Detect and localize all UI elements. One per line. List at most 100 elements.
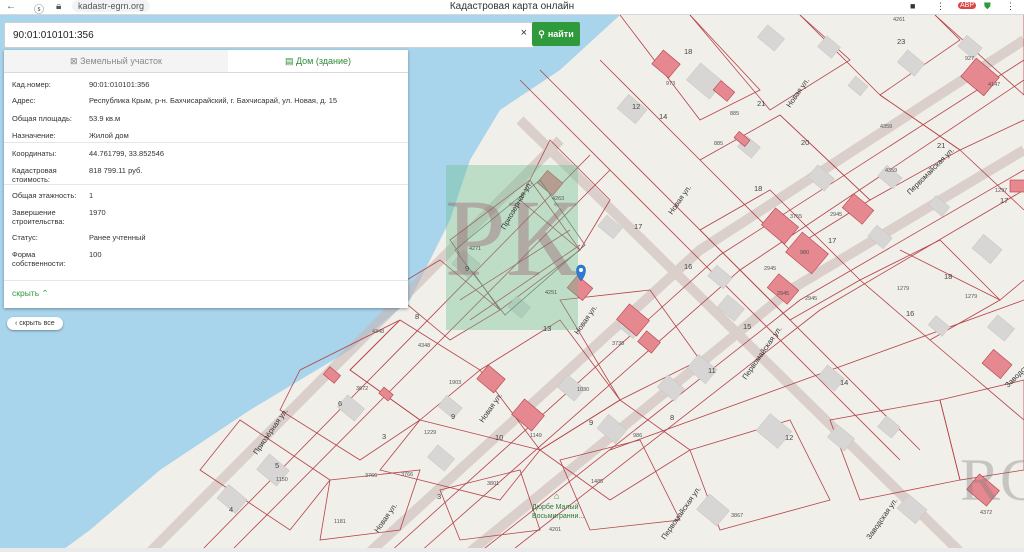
- land-plot-icon: ⊠: [70, 56, 78, 66]
- house-number: 23: [897, 37, 905, 46]
- info-row-value: 1: [89, 191, 94, 200]
- info-panel: ⊠ Земельный участок ▤ Дом (здание) Кад.н…: [4, 50, 408, 308]
- building-icon: ▤: [284, 56, 294, 66]
- parcel-number: 3867: [731, 513, 743, 519]
- adblock-icon[interactable]: ABP: [958, 2, 977, 9]
- chevron-left-icon: ‹: [15, 320, 18, 327]
- info-row-key: Статус:: [12, 233, 38, 242]
- info-row-value: Республика Крым, р-н. Бахчисарайский, г.…: [89, 96, 338, 105]
- parcel-number: 980: [800, 250, 809, 256]
- search-bar: ×: [4, 22, 534, 48]
- parcel-number: 4271: [469, 246, 481, 252]
- house-number: 20: [801, 138, 809, 147]
- divider: [4, 280, 408, 281]
- info-row-value: 90:01:010101:356: [89, 80, 150, 89]
- house-number: 17: [828, 236, 836, 245]
- lock-icon[interactable]: 🔒︎: [56, 1, 61, 12]
- parcel-number: 885: [730, 111, 739, 117]
- house-number: 17: [634, 222, 642, 231]
- parcel-number: 4359: [885, 168, 897, 174]
- info-row-key: Общая этажность:: [12, 191, 77, 200]
- search-input[interactable]: [11, 26, 515, 44]
- divider: [4, 184, 408, 185]
- house-number: 11: [708, 366, 716, 375]
- info-row-value: 44.761799, 33.852546: [89, 149, 165, 158]
- info-row-value: Жилой дом: [89, 131, 129, 140]
- house-number: 3: [382, 432, 386, 441]
- house-number: 6: [338, 399, 342, 408]
- chevron-up-icon: ⌃: [41, 288, 49, 298]
- house-number: 18: [754, 184, 762, 193]
- parcel-number: 1149: [530, 433, 542, 439]
- hide-panel-label: скрыть: [12, 288, 40, 298]
- parcel-number: 2945: [764, 266, 776, 272]
- parcel-number: 4359: [880, 124, 892, 130]
- house-number: 9: [465, 264, 469, 273]
- parcel-number: 4251: [545, 290, 557, 296]
- house-number: 15: [743, 322, 751, 331]
- tab-building[interactable]: ▤ Дом (здание): [228, 50, 408, 72]
- house-number: 12: [632, 102, 640, 111]
- info-row-value: 818 799.11 руб.: [89, 166, 143, 175]
- find-button-label: найти: [547, 29, 574, 39]
- info-row-value: 53.9 кв.м: [89, 114, 121, 123]
- collapse-all-label: скрыть все: [19, 320, 55, 327]
- parcel-number: 1297: [995, 188, 1007, 194]
- parcel-number: 3672: [356, 386, 368, 392]
- parcel-number: 1279: [965, 294, 977, 300]
- parcel-number: 3766: [401, 472, 413, 478]
- house-number: 21: [937, 141, 945, 150]
- parcel-number: 885: [714, 141, 723, 147]
- parcel-number: 4348: [418, 343, 430, 349]
- house-number: 12: [785, 433, 793, 442]
- info-row-key: Общая площадь:: [12, 114, 73, 123]
- parcel-number: 1150: [276, 477, 288, 483]
- info-row-key: Адрес:: [12, 96, 36, 105]
- house-number: 4: [229, 505, 233, 514]
- parcel-number: 973: [666, 81, 675, 87]
- site-info-icon[interactable]: ⓢ: [34, 1, 44, 16]
- watermark-rc: RC: [960, 447, 1024, 513]
- menu-icon[interactable]: ⋮: [1006, 1, 1015, 12]
- back-icon[interactable]: ←: [6, 1, 16, 12]
- poi-name: Дюрбе Малый: [532, 503, 579, 511]
- info-row-value: 1970: [89, 208, 106, 217]
- parcel-number: 1181: [334, 519, 346, 525]
- parcel-number: 1903: [449, 380, 461, 386]
- parcel-number: 3755: [790, 214, 802, 220]
- collapse-all-button[interactable]: ‹ скрыть все: [7, 317, 63, 330]
- parcel-number: 3801: [487, 481, 499, 487]
- parcel-number: 4263: [552, 196, 564, 202]
- info-row-key: Координаты:: [12, 149, 57, 158]
- info-row-value: 100: [89, 250, 102, 259]
- parcel-number: 4372: [980, 510, 992, 516]
- parcel-number: 1485: [591, 479, 603, 485]
- browser-toolbar: ← ⓢ 🔒︎ kadastr-egrn.org Кадастровая карт…: [0, 0, 1024, 16]
- watermark-logo: РК: [445, 165, 580, 330]
- parcel-number: 4201: [549, 527, 561, 533]
- parcel-number: 4261: [893, 17, 905, 23]
- house-number: 17: [1000, 196, 1008, 205]
- shield-icon[interactable]: ⛊: [984, 1, 991, 12]
- house-number: 8: [670, 413, 674, 422]
- search-icon: ⚲: [538, 28, 545, 39]
- info-row-key: Назначение:: [12, 131, 56, 140]
- parcel-number: 927: [965, 56, 974, 62]
- clear-icon[interactable]: ×: [521, 27, 527, 39]
- house-number: 14: [840, 378, 848, 387]
- address-bar[interactable]: kadastr-egrn.org: [72, 0, 151, 12]
- more-icon[interactable]: ⋮: [936, 1, 945, 12]
- bookmark-icon[interactable]: ■: [910, 1, 915, 11]
- house-number: 10: [495, 433, 503, 442]
- parcel-number: 4147: [988, 82, 1000, 88]
- find-button[interactable]: ⚲ найти: [532, 22, 580, 46]
- tab-land-plot[interactable]: ⊠ Земельный участок: [4, 50, 229, 72]
- hide-panel-link[interactable]: скрыть ⌃: [12, 288, 49, 299]
- parcel-number: 4348: [372, 329, 384, 335]
- house-number: 13: [543, 324, 551, 333]
- bottom-bar: [0, 548, 1024, 552]
- svg-text:RC: RC: [960, 447, 1024, 513]
- landmark-icon: ⌂: [554, 491, 559, 501]
- house-number: 18: [944, 272, 952, 281]
- info-row-key: Кадастровая стоимость:: [12, 166, 57, 184]
